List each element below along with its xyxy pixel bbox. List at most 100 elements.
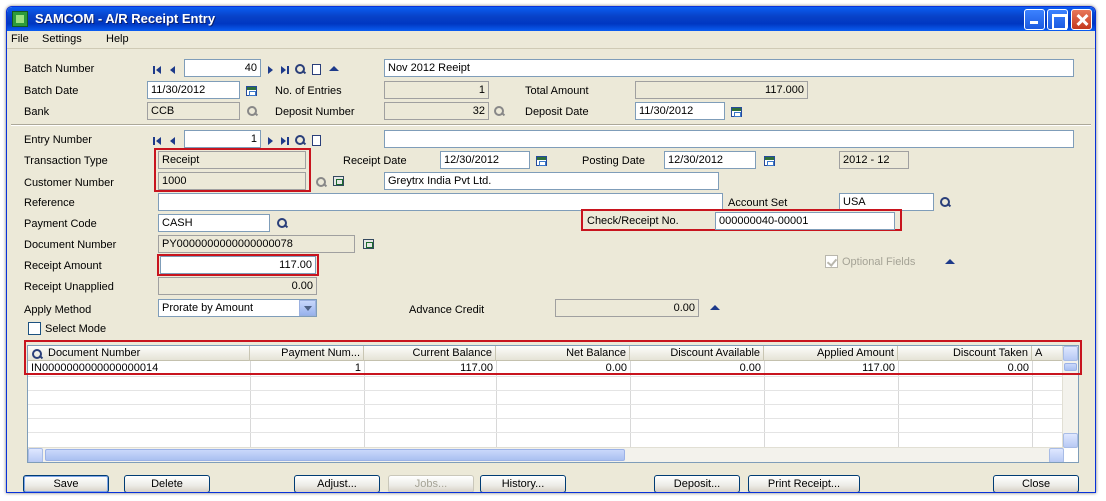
first-entry-icon[interactable]: [153, 136, 163, 146]
cell-net-balance[interactable]: 0.00: [496, 362, 630, 376]
next-entry-icon[interactable]: [266, 136, 276, 146]
scroll-left-icon[interactable]: [28, 448, 43, 462]
transaction-type-field[interactable]: Receipt: [158, 151, 306, 169]
cell-current-balance[interactable]: 117.00: [364, 362, 496, 376]
first-batch-icon[interactable]: [153, 65, 163, 75]
receipt-date-field[interactable]: 12/30/2012: [440, 151, 530, 169]
check-receipt-field[interactable]: 000000040-00001: [715, 212, 895, 230]
menu-help[interactable]: Help: [106, 33, 129, 45]
column-header-discount-available[interactable]: Discount Available: [630, 346, 764, 361]
jobs-button: Jobs...: [388, 475, 474, 492]
column-header-label: Document Number: [48, 347, 141, 359]
column-header-payment-num[interactable]: Payment Num...: [250, 346, 364, 361]
deposit-date-field[interactable]: 11/30/2012: [635, 102, 725, 120]
grid-vertical-scrollbar[interactable]: [1062, 346, 1078, 448]
horizontal-scroll-thumb[interactable]: [45, 449, 625, 461]
next-batch-icon[interactable]: [266, 65, 276, 75]
batch-date-label: Batch Date: [24, 85, 79, 97]
batch-date-calendar-icon[interactable]: [246, 86, 257, 96]
column-header-current-balance[interactable]: Current Balance: [364, 346, 496, 361]
delete-button[interactable]: Delete: [124, 475, 210, 492]
grid-row-line: [28, 390, 1064, 391]
cell-discount-taken[interactable]: 0.00: [898, 362, 1032, 376]
close-window-button[interactable]: [1071, 9, 1092, 30]
scroll-down-icon[interactable]: [1063, 433, 1078, 448]
apply-method-select[interactable]: Prorate by Amount: [158, 299, 317, 317]
new-batch-icon[interactable]: [311, 64, 321, 75]
posting-date-calendar-icon[interactable]: [764, 156, 775, 166]
account-set-field[interactable]: USA: [839, 193, 934, 211]
vertical-scroll-thumb[interactable]: [1064, 363, 1077, 371]
entry-finder-icon[interactable]: [295, 135, 305, 145]
payment-code-finder-icon[interactable]: [277, 218, 287, 228]
fiscal-period-field: 2012 - 12: [839, 151, 909, 169]
batch-collapse-icon[interactable]: [329, 64, 339, 74]
total-amount-field: 117.000: [635, 81, 808, 99]
menu-settings[interactable]: Settings: [42, 33, 82, 45]
receipt-amount-label: Receipt Amount: [24, 260, 102, 272]
maximize-icon: [1048, 10, 1067, 30]
posting-date-field[interactable]: 12/30/2012: [664, 151, 756, 169]
batch-number-field[interactable]: 40: [184, 59, 261, 77]
document-zoom-icon[interactable]: [363, 239, 374, 249]
previous-batch-icon[interactable]: [168, 65, 178, 75]
cell-document-number[interactable]: IN0000000000000000014: [28, 362, 250, 376]
last-batch-icon[interactable]: [280, 65, 290, 75]
advance-credit-label: Advance Credit: [409, 304, 485, 316]
maximize-button[interactable]: [1047, 9, 1068, 30]
menu-file[interactable]: File: [11, 33, 29, 45]
column-header-applied-amount[interactable]: Applied Amount: [764, 346, 898, 361]
customer-number-label: Customer Number: [24, 177, 114, 189]
customer-finder-icon[interactable]: [316, 177, 326, 187]
advance-credit-expand-icon[interactable]: [710, 303, 720, 313]
title-bar[interactable]: SAMCOM - A/R Receipt Entry: [7, 7, 1095, 31]
deposit-date-calendar-icon[interactable]: [731, 107, 742, 117]
column-header-discount-taken[interactable]: Discount Taken: [898, 346, 1032, 361]
deposit-date-label: Deposit Date: [525, 106, 589, 118]
chevron-down-icon[interactable]: [299, 300, 316, 316]
column-header-document-number[interactable]: Document Number: [28, 346, 250, 361]
scroll-up-icon[interactable]: [1063, 346, 1078, 361]
scroll-right-icon[interactable]: [1049, 448, 1064, 462]
account-set-finder-icon[interactable]: [940, 197, 950, 207]
cell-applied-amount[interactable]: 117.00: [764, 362, 898, 376]
cell-discount-available[interactable]: 0.00: [630, 362, 764, 376]
new-entry-icon[interactable]: [311, 135, 321, 146]
column-header-net-balance[interactable]: Net Balance: [496, 346, 630, 361]
reference-field[interactable]: [158, 193, 723, 211]
customer-zoom-icon[interactable]: [333, 176, 344, 186]
apply-method-label: Apply Method: [24, 304, 92, 316]
minimize-button[interactable]: [1024, 9, 1045, 30]
history-button[interactable]: History...: [480, 475, 566, 492]
column-header-a[interactable]: A: [1032, 346, 1064, 361]
deposit-finder-icon[interactable]: [494, 106, 504, 116]
save-button[interactable]: Save: [23, 475, 109, 492]
grid-finder-icon[interactable]: [32, 349, 42, 359]
previous-entry-icon[interactable]: [168, 136, 178, 146]
customer-name-field: Greytrx India Pvt Ltd.: [384, 172, 719, 190]
deposit-number-label: Deposit Number: [275, 106, 355, 118]
customer-number-field[interactable]: 1000: [158, 172, 306, 190]
entry-description-field[interactable]: [384, 130, 1074, 148]
print-receipt-button[interactable]: Print Receipt...: [748, 475, 860, 492]
cell-payment-num[interactable]: 1: [250, 362, 364, 376]
select-mode-checkbox[interactable]: [28, 322, 41, 335]
batch-finder-icon[interactable]: [295, 64, 305, 74]
adjust-button[interactable]: Adjust...: [294, 475, 380, 492]
optional-fields-expand-icon[interactable]: [945, 257, 955, 267]
app-icon: [12, 11, 28, 27]
batch-date-field[interactable]: 11/30/2012: [147, 81, 240, 99]
close-button[interactable]: Close: [993, 475, 1079, 492]
receipt-date-calendar-icon[interactable]: [536, 156, 547, 166]
payment-code-field[interactable]: CASH: [158, 214, 270, 232]
entry-number-field[interactable]: 1: [184, 130, 261, 148]
payment-code-label: Payment Code: [24, 218, 97, 230]
deposit-button[interactable]: Deposit...: [654, 475, 740, 492]
bank-finder-icon[interactable]: [247, 106, 257, 116]
last-entry-icon[interactable]: [280, 136, 290, 146]
receipt-amount-field[interactable]: 117.00: [160, 256, 316, 274]
batch-description-field[interactable]: Nov 2012 Reeipt: [384, 59, 1074, 77]
grid-horizontal-scrollbar[interactable]: [28, 447, 1064, 462]
document-number-field: PY0000000000000000078: [158, 235, 355, 253]
batch-number-label: Batch Number: [24, 63, 95, 75]
